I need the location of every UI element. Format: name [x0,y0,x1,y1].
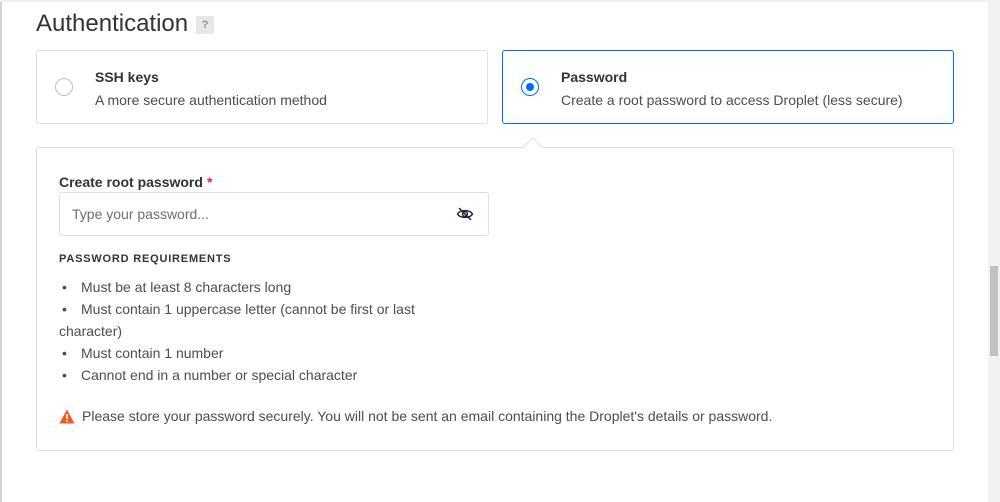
requirement-item: • Must contain 1 uppercase letter (canno… [59,298,439,342]
warning-icon [59,409,75,423]
password-requirements-list: • Must be at least 8 characters long • M… [59,276,439,386]
root-password-input[interactable] [60,193,440,235]
help-icon[interactable]: ? [196,16,215,34]
password-description: Create a root password to access Droplet… [561,92,903,108]
top-divider [0,0,988,2]
ssh-keys-description: A more secure authentication method [95,92,327,108]
auth-option-password[interactable]: Password Create a root password to acces… [502,50,954,124]
password-radio[interactable] [521,78,539,96]
requirement-item: • Must be at least 8 characters long [59,276,439,298]
requirement-text: Cannot end in a number or special charac… [81,367,358,383]
section-title: Authentication [36,10,189,37]
ssh-keys-title: SSH keys [95,69,159,85]
requirement-text-continuation: character) [59,323,123,339]
bullet-icon: • [62,367,67,383]
bullet-icon: • [62,345,67,361]
eye-slash-icon[interactable] [456,206,474,222]
scrollbar-thumb[interactable] [990,266,998,356]
requirement-text: Must contain 1 uppercase letter (cannot … [81,301,415,317]
ssh-keys-radio[interactable] [55,78,73,96]
requirement-item: • Cannot end in a number or special char… [59,364,439,386]
root-password-label-text: Create root password [59,174,203,190]
auth-option-ssh-keys[interactable]: SSH keys A more secure authentication me… [36,50,488,124]
required-marker: * [206,174,213,190]
requirement-item: • Must contain 1 number [59,342,439,364]
password-warning: Please store your password securely. You… [59,408,772,424]
password-field [59,192,489,236]
bullet-icon: • [62,301,67,317]
password-warning-text: Please store your password securely. You… [82,408,773,424]
password-title: Password [561,69,628,85]
bullet-icon: • [62,279,67,295]
left-edge-divider [0,0,2,502]
scrollbar-track[interactable] [988,0,1000,502]
password-requirements-heading: PASSWORD REQUIREMENTS [59,253,232,265]
page: Authentication ? SSH keys A more secure … [0,0,1000,502]
section-heading: Authentication ? [36,8,215,40]
requirement-text: Must contain 1 number [81,345,224,361]
requirement-text: Must be at least 8 characters long [81,279,292,295]
root-password-label: Create root password * [59,174,212,190]
password-panel: Create root password * PASSWORD REQUIREME… [36,147,954,451]
